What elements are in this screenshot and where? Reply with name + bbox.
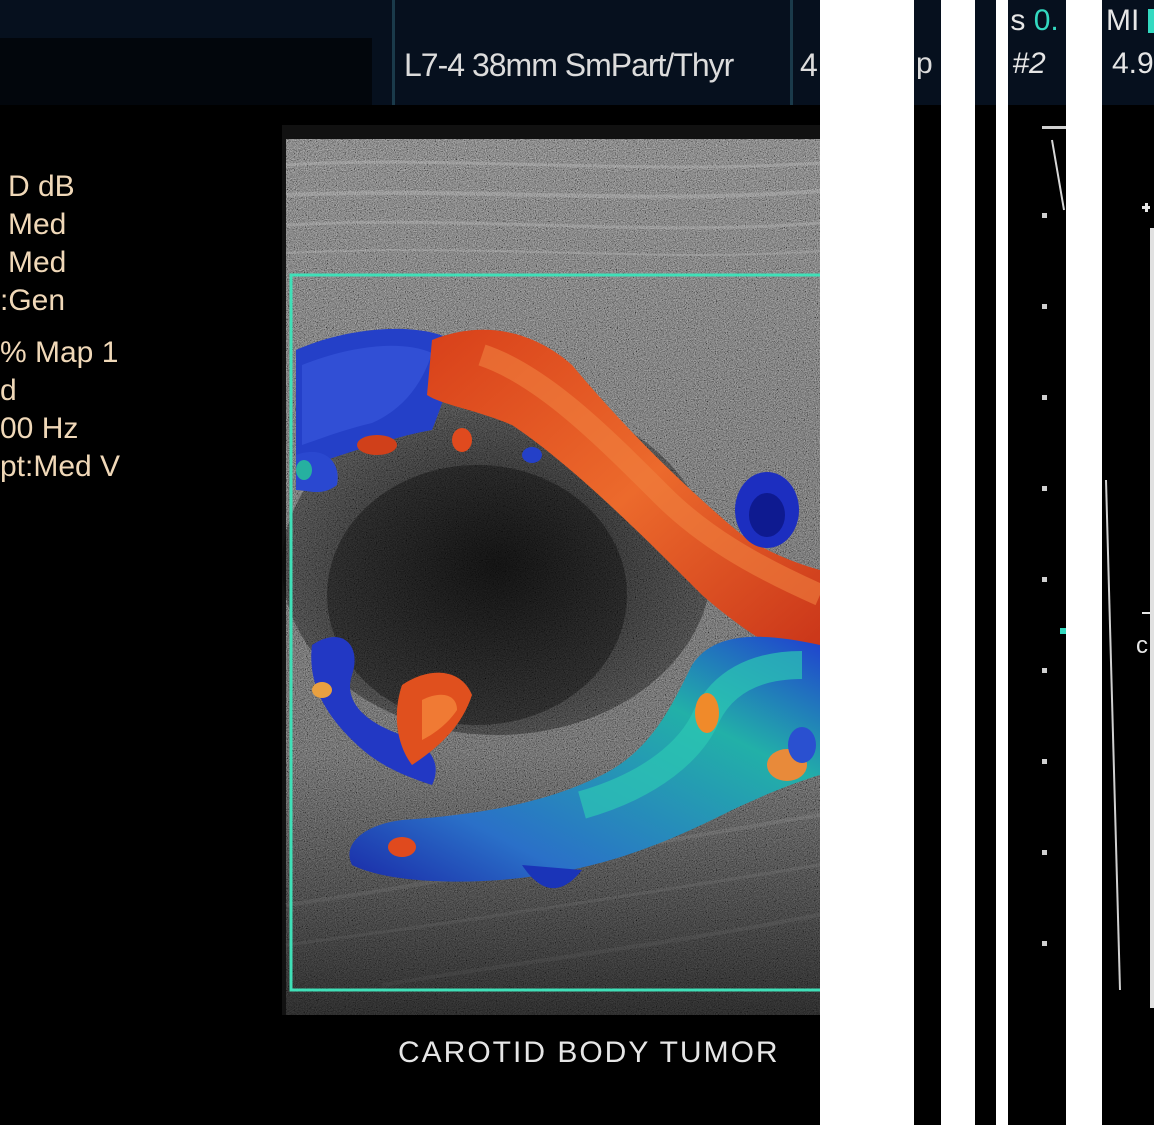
param-gen: :Gen bbox=[0, 284, 66, 317]
depth-tick bbox=[1042, 213, 1047, 218]
panel-4-label: MI bbox=[1106, 4, 1140, 37]
focus-marker bbox=[1060, 628, 1066, 634]
param-gain: D dB bbox=[8, 170, 75, 203]
panel-3-row2: r #2 bbox=[1008, 47, 1046, 80]
depth-tick bbox=[1042, 668, 1047, 673]
ultrasound-main-panel: L7-4 38mm SmPart/Thyr 4 D dB Med Med :Ge… bbox=[0, 0, 820, 1125]
panel-3-label: Is bbox=[1008, 4, 1026, 37]
header-dark-block bbox=[0, 38, 372, 105]
ultrasound-image bbox=[282, 125, 820, 1015]
depth-scale-line bbox=[1051, 139, 1065, 211]
depth-tick bbox=[1042, 941, 1047, 946]
param-d: d bbox=[0, 374, 17, 407]
depth-tick bbox=[1042, 577, 1047, 582]
depth-tick bbox=[1042, 850, 1047, 855]
ultrasound-panel-3: Is 0. r #2 bbox=[1008, 0, 1066, 1125]
depth-tick bbox=[1042, 486, 1047, 491]
depth-scale-top bbox=[1042, 126, 1066, 129]
header-label-fragment: 4 bbox=[800, 47, 818, 83]
ultrasound-panel-4: MI 4.9 c bbox=[1102, 0, 1154, 1125]
panel-4-indicator bbox=[1147, 9, 1154, 33]
panel-2-header-fragment: p bbox=[916, 47, 933, 80]
probe-label: L7-4 38mm SmPart/Thyr bbox=[404, 47, 734, 83]
depth-label: c bbox=[1136, 632, 1148, 659]
panel-4-value: 4.9 bbox=[1112, 47, 1154, 80]
param-med-2: Med bbox=[8, 246, 67, 279]
param-prf: 00 Hz bbox=[0, 412, 79, 445]
depth-tick bbox=[1042, 759, 1047, 764]
param-map: % Map 1 bbox=[0, 336, 119, 369]
param-opt: pt:Med V bbox=[0, 450, 121, 483]
depth-tick bbox=[1042, 395, 1047, 400]
param-med-1: Med bbox=[8, 208, 67, 241]
ultrasound-panel-2: p bbox=[914, 0, 941, 1125]
panel-3-value: 0. bbox=[1033, 4, 1059, 37]
image-caption: CAROTID BODY TUMOR bbox=[398, 1036, 780, 1069]
ultrasound-panel-3a bbox=[975, 0, 996, 1125]
header-divider bbox=[790, 0, 793, 105]
depth-tick bbox=[1042, 304, 1047, 309]
panel-4-scan-line bbox=[1105, 479, 1121, 991]
header-divider bbox=[392, 0, 395, 105]
